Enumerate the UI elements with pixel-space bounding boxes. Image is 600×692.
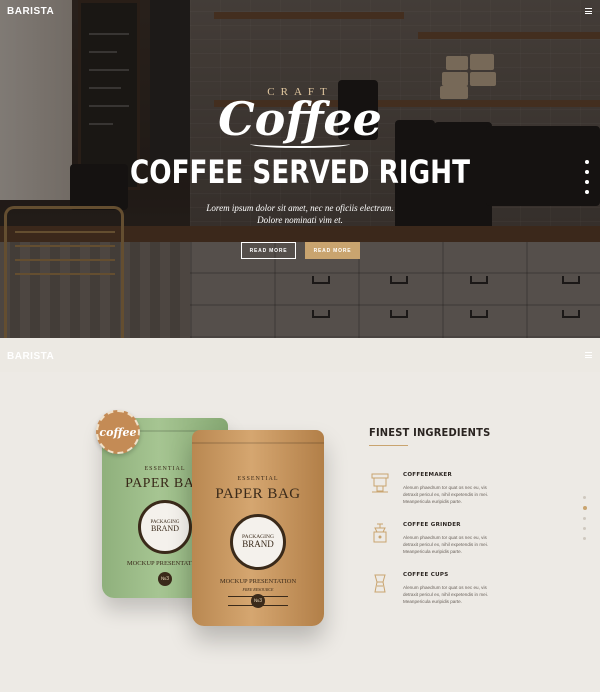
pouch-brand-label: BRAND: [150, 524, 179, 534]
hero-section: BARISTA CRAFT Coffee COFFEE SERVED RIGHT…: [0, 0, 600, 338]
feature-title: COFFEE GRINDER: [403, 522, 461, 528]
pouch-free-resource-label: FREE RESOURCE: [242, 587, 274, 592]
hero-subtitle-line-1: Lorem ipsum dolor sit amet, nec ne ofici…: [206, 203, 394, 213]
pouch-seal: PACKAGING BRAND: [138, 500, 192, 554]
brand-logo[interactable]: BARISTA: [7, 6, 54, 17]
pouch-number: №3: [251, 594, 265, 608]
section-heading: FINEST INGREDIENTS: [369, 426, 491, 439]
feature-text: Alenum phaedrum tor quat os nec eu, vis …: [403, 585, 489, 604]
pouch-mockup-label: MOCKUP PRESENTATION: [219, 578, 297, 585]
pouch-brand-label: BRAND: [242, 539, 274, 550]
feature-text: Alenum phaedrum tor quat os nec eu, vis …: [403, 485, 489, 504]
coffee-badge-icon: coffee: [96, 410, 140, 454]
section-pagination-dot[interactable]: [583, 517, 586, 520]
coffeemaker-icon: [371, 473, 389, 493]
hero-pagination: [585, 160, 589, 200]
feature-title: COFFEEMAKER: [403, 472, 453, 478]
hero-logo-swoosh: [250, 140, 350, 148]
feature-text: Alenum phaedrum tor quat os nec eu, vis …: [403, 535, 489, 554]
heading-underline: [369, 445, 408, 446]
hamburger-menu-icon[interactable]: [585, 8, 592, 14]
coffee-badge-label: coffee: [99, 425, 137, 439]
hero-pagination-dot[interactable]: [585, 190, 589, 194]
hero-pagination-dot[interactable]: [585, 170, 589, 174]
hero-pagination-dot[interactable]: [585, 160, 589, 164]
section-pagination-dot-active[interactable]: [582, 506, 587, 510]
section-pagination-dot[interactable]: [583, 527, 586, 530]
section-pagination-dot[interactable]: [583, 496, 586, 499]
kraft-coffee-pouch-image: ESSENTIAL PAPER BAG PACKAGING BRAND MOCK…: [192, 430, 324, 626]
hero-subtitle-line-2: Dolore nominati vim et.: [257, 215, 343, 225]
section-pagination: [582, 496, 587, 547]
feature-title: COFFEE CUPS: [403, 572, 449, 578]
coffee-cups-icon: [374, 574, 386, 593]
section-pagination-dot[interactable]: [583, 537, 586, 540]
hero-pagination-dot[interactable]: [585, 180, 589, 184]
read-more-filled-button[interactable]: READ MORE: [305, 242, 360, 259]
coffee-grinder-icon: [373, 523, 387, 543]
brand-logo-sticky[interactable]: BARISTA: [7, 351, 54, 362]
pouch-seal: PACKAGING BRAND: [230, 514, 286, 570]
pouch-paper-bag-label: PAPER BAG: [215, 486, 301, 502]
pouch-essential-label: ESSENTIAL: [237, 476, 279, 482]
hero-topbar: BARISTA: [0, 0, 600, 24]
hero-title: COFFEE SERVED RIGHT: [130, 153, 470, 191]
read-more-outline-button[interactable]: READ MORE: [241, 242, 296, 259]
hero-logo-coffee: Coffee: [218, 92, 382, 146]
hero-subtitle: Lorem ipsum dolor sit amet, nec ne ofici…: [0, 202, 600, 226]
ingredients-section: BARISTA ESSENTIAL PAPER BAG PACKAGING BR…: [0, 338, 600, 692]
hamburger-menu-icon[interactable]: [585, 352, 592, 358]
pouch-number: №3: [158, 572, 172, 586]
sticky-header: BARISTA: [0, 338, 600, 372]
